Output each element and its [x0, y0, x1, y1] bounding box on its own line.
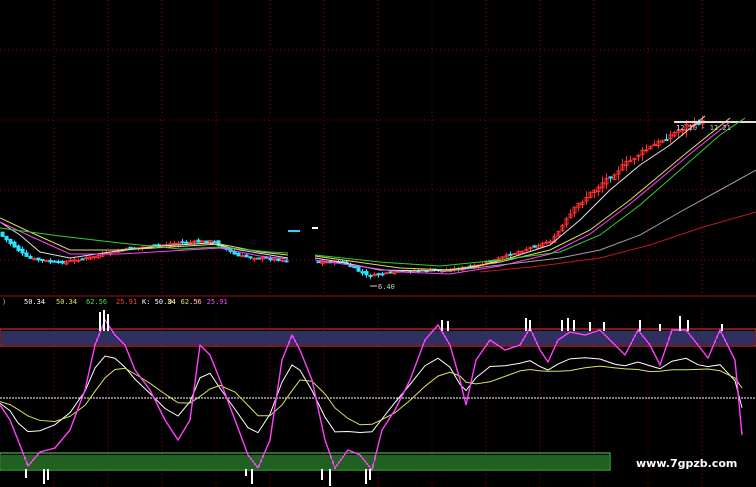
candle-body: [364, 271, 369, 276]
grid: [0, 0, 756, 487]
indicator-value-1: 50.34: [24, 298, 45, 306]
candle-body: [352, 266, 357, 269]
candle-body: [56, 261, 61, 264]
candle-body: [188, 241, 193, 244]
candle-body: [236, 252, 241, 257]
candle-body: [12, 241, 17, 248]
kdj-j-label: J: 25.91: [194, 298, 228, 306]
candle-body: [512, 252, 517, 255]
candle-body: [232, 251, 237, 255]
candle-body: [316, 261, 321, 264]
candle-body: [248, 256, 253, 259]
candle-body: [376, 273, 381, 276]
candle-body: [284, 260, 289, 263]
candle-body: [184, 241, 189, 244]
candle-body: [0, 231, 5, 237]
ma-green-line: [314, 117, 746, 267]
candle-body: [16, 245, 21, 252]
candle-body: [76, 259, 81, 262]
candle-body: [484, 261, 489, 264]
bottom-band: [0, 452, 611, 471]
candle-body: [20, 248, 25, 254]
candle-body: [28, 256, 33, 259]
indicator-value-2: 50.34: [56, 298, 77, 306]
low-price-annotation: 6.40: [378, 283, 395, 291]
high-price-annotation: 12.10 - 12.21: [676, 124, 731, 132]
kdj-j-line: [0, 318, 743, 472]
candle-body: [152, 244, 157, 247]
stock-chart: ) 50.34 50.34 62.56 25.91 K: 50.34 D: 62…: [0, 0, 756, 487]
candle-body: [8, 238, 13, 244]
candle-body: [252, 257, 257, 260]
kdj-k-line: [0, 355, 743, 434]
candle-body: [80, 258, 85, 261]
candle-body: [40, 258, 45, 261]
candle-body: [508, 253, 513, 256]
kdj-d-line: [0, 365, 743, 426]
candle-body: [212, 241, 217, 244]
candle-body: [24, 252, 29, 257]
candle-body: [276, 258, 281, 262]
candle-body: [544, 241, 549, 244]
candle-body: [664, 139, 669, 142]
candle-body: [36, 257, 41, 261]
indicator-prefix: ): [2, 298, 6, 306]
candle-body: [196, 239, 201, 243]
ma-fast-line: [314, 115, 706, 272]
ma-green-line: [0, 227, 289, 254]
chart-window: ) 50.34 50.34 62.56 25.91 K: 50.34 D: 62…: [0, 0, 756, 487]
candle-body: [180, 241, 185, 244]
candle-body: [204, 240, 209, 243]
candle-body: [392, 272, 397, 275]
ma-magenta-line: [0, 221, 289, 260]
candle-body: [532, 245, 537, 248]
candle-body: [384, 272, 389, 275]
watermark: www.7gpzb.com: [636, 457, 737, 470]
indicator-value-4: 25.91: [116, 298, 137, 306]
candle-body: [280, 259, 285, 262]
candle-body: [192, 240, 197, 243]
candle-body: [388, 271, 393, 274]
candle-body: [92, 256, 97, 259]
candle-body: [380, 273, 385, 276]
candle-body: [244, 254, 249, 258]
candle-body: [608, 176, 613, 179]
candle-body: [60, 260, 65, 264]
candle-body: [4, 235, 9, 241]
candle-body: [360, 271, 365, 274]
candle-body: [48, 259, 53, 263]
candle-body: [44, 260, 49, 263]
candle-body: [68, 259, 73, 262]
candle-body: [644, 149, 649, 152]
candle-body: [52, 260, 57, 263]
candle-body: [256, 257, 261, 260]
candle-body: [632, 157, 637, 160]
candle-body: [240, 255, 245, 258]
indicator-value-3: 62.56: [86, 298, 107, 306]
candle-body: [268, 257, 273, 261]
candle-body: [356, 266, 361, 272]
candle-body: [368, 275, 373, 278]
